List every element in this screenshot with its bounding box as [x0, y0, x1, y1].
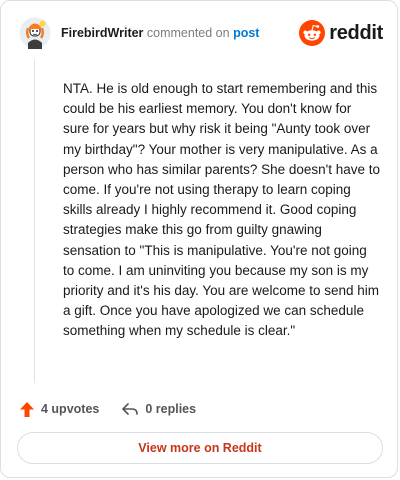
upvote-stat[interactable]: 4 upvotes: [19, 401, 99, 418]
avatar-icon[interactable]: [19, 17, 51, 49]
comment-body: NTA. He is old enough to start rememberi…: [63, 81, 381, 339]
reply-count: 0 replies: [145, 402, 197, 416]
comment-action-text: commented on: [146, 26, 230, 40]
upvote-arrow-icon: [20, 401, 34, 417]
author-name[interactable]: FirebirdWriter: [61, 26, 143, 40]
reply-arrow-icon: [122, 403, 139, 415]
reply-stat[interactable]: 0 replies: [121, 401, 196, 417]
comment-meta: FirebirdWriter commented on post: [61, 26, 259, 40]
reddit-brand[interactable]: reddit: [299, 19, 383, 47]
reddit-logo-icon: [299, 20, 326, 46]
reddit-wordmark: reddit: [329, 21, 383, 44]
view-more-button[interactable]: View more on Reddit: [17, 432, 383, 464]
post-link[interactable]: post: [233, 26, 259, 40]
comment-header: FirebirdWriter commented on post reddit: [15, 17, 383, 51]
upvote-count: 4 upvotes: [41, 402, 100, 416]
thread-line: [34, 59, 35, 383]
comment-footer: 4 upvotes 0 replies: [19, 397, 196, 421]
comment-embed-card: FirebirdWriter commented on post reddit …: [0, 0, 398, 478]
